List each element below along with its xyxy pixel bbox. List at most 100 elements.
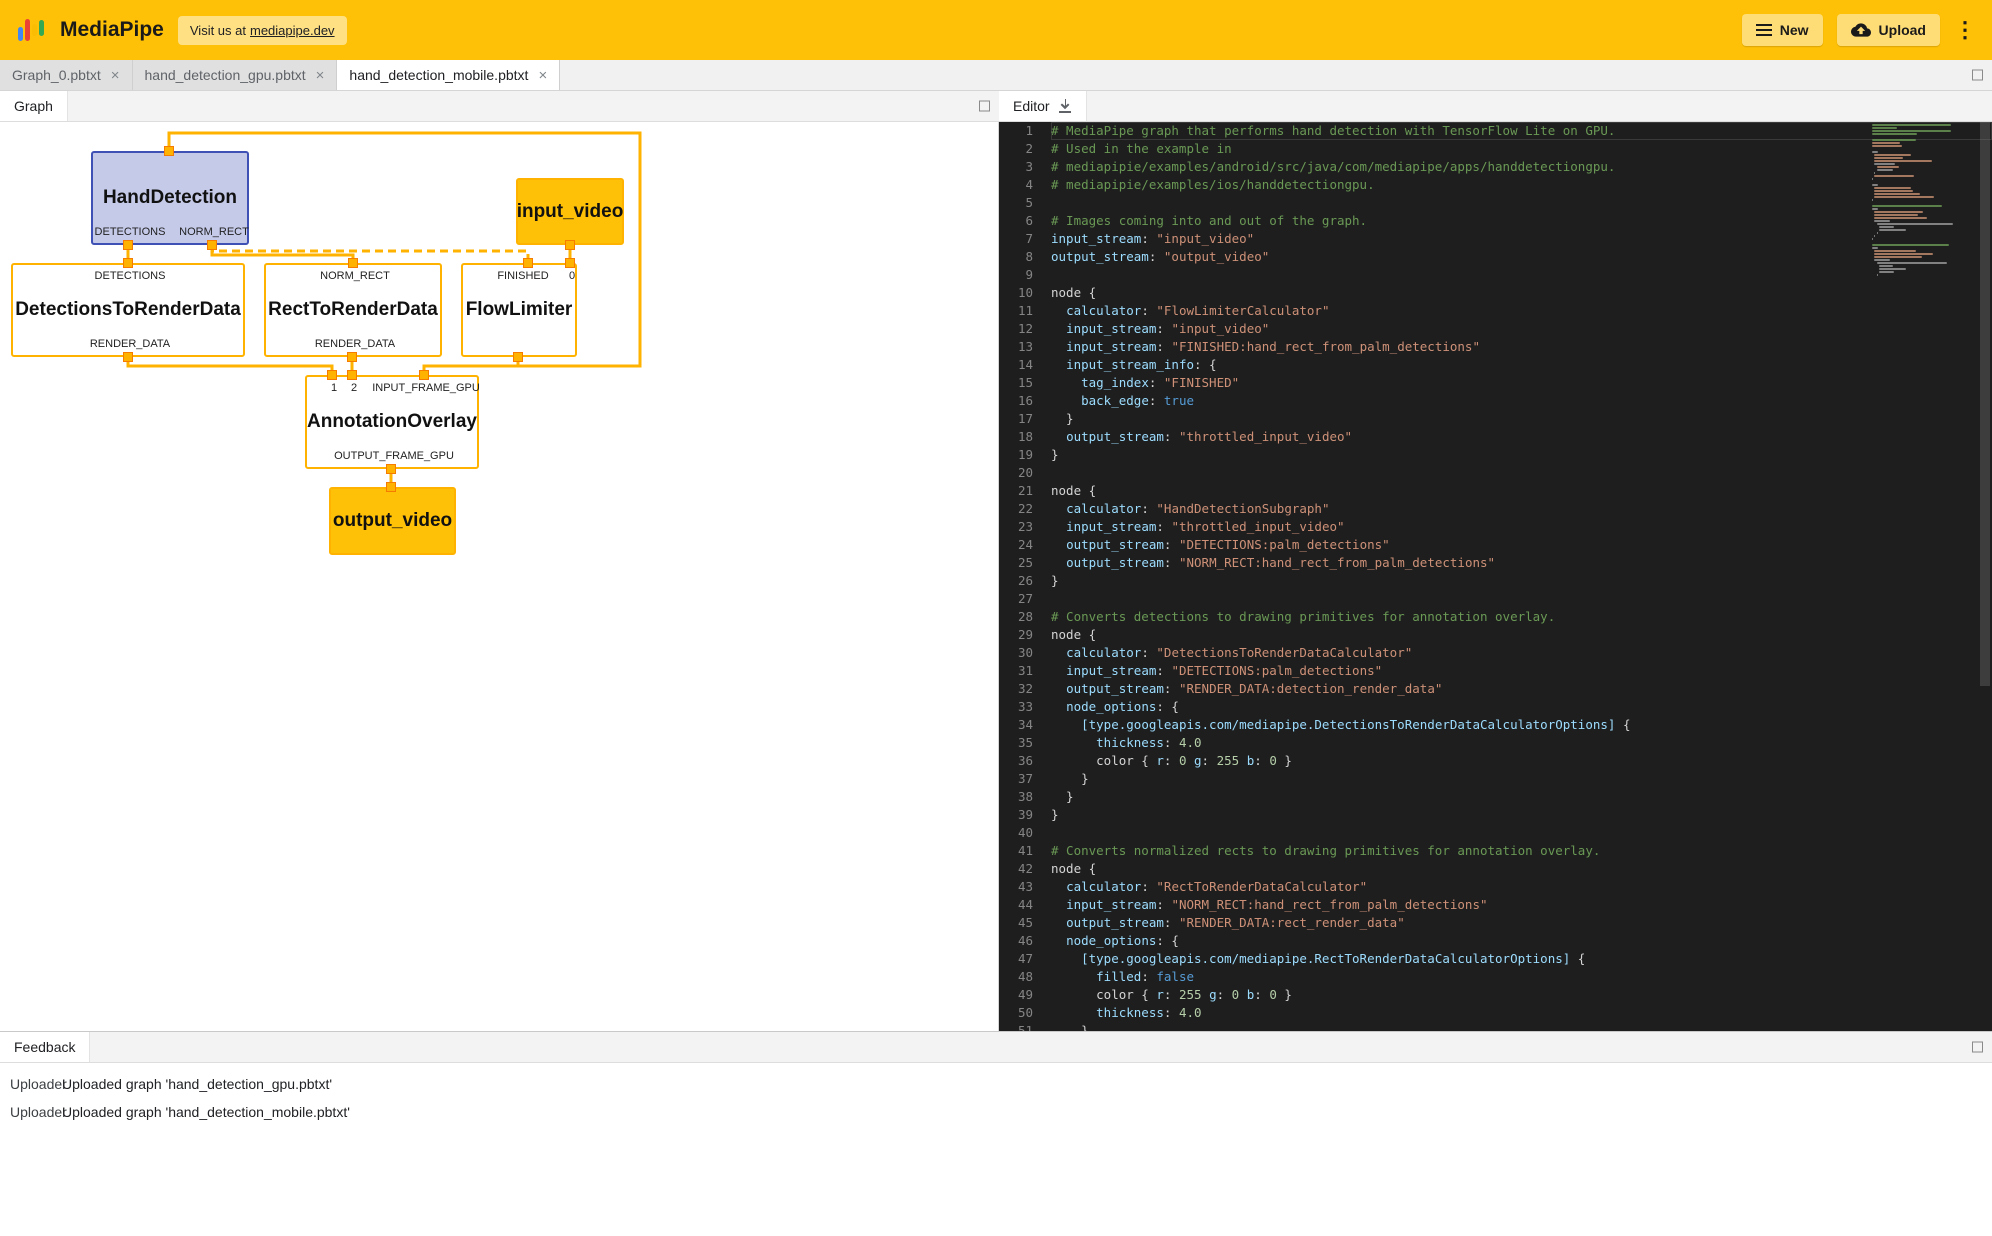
minimap-line <box>1872 205 1942 207</box>
feedback-message: Uploaded graph 'hand_detection_mobile.pb… <box>62 1104 350 1120</box>
line-number: 39 <box>999 806 1051 824</box>
line-number: 40 <box>999 824 1051 842</box>
minimap-line <box>1872 127 1897 129</box>
minimap[interactable] <box>1872 124 1976 277</box>
graph-panel-strip: Graph <box>0 91 999 122</box>
graph-node-input-video[interactable]: input_video <box>516 178 624 245</box>
edge-throttled-to-annotationoverlay <box>424 366 518 375</box>
code-line: 32 output_stream: "RENDER_DATA:detection… <box>999 680 1992 698</box>
line-number: 28 <box>999 608 1051 626</box>
feedback-entries: UploaderUploaded graph 'hand_detection_g… <box>0 1063 1992 1133</box>
line-number: 23 <box>999 518 1051 536</box>
editor-panel-strip: Editor <box>999 91 1992 122</box>
feedback-source: Uploader <box>0 1076 62 1092</box>
minimap-line <box>1874 253 1933 255</box>
minimap-line <box>1874 211 1922 213</box>
line-number: 1 <box>999 122 1051 140</box>
code-line: 26} <box>999 572 1992 590</box>
line-number: 24 <box>999 536 1051 554</box>
graph-node-annotationoverlay[interactable]: 1 2 INPUT_FRAME_GPU AnnotationOverlay OU… <box>305 375 479 469</box>
app-title: MediaPipe <box>60 18 164 42</box>
minimap-line <box>1872 199 1873 201</box>
graph-node-detectionstorenderdata[interactable]: DETECTIONS DetectionsToRenderData RENDER… <box>11 263 245 357</box>
feedback-panel-strip: Feedback <box>0 1032 1992 1063</box>
minimap-line <box>1877 232 1878 234</box>
line-number: 27 <box>999 590 1051 608</box>
doc-tab-graph-0[interactable]: Graph_0.pbtxt × <box>0 60 133 90</box>
graph-canvas[interactable]: HandDetection DETECTIONS NORM_RECT input… <box>0 122 999 1031</box>
code-line: 12 input_stream: "input_video" <box>999 320 1992 338</box>
maximize-panel-icon[interactable] <box>1972 70 1983 81</box>
line-number: 49 <box>999 986 1051 1004</box>
code-line: 8output_stream: "output_video" <box>999 248 1992 266</box>
graph-edges <box>0 122 997 1031</box>
graph-node-handdetection[interactable]: HandDetection DETECTIONS NORM_RECT <box>91 151 249 245</box>
line-number: 47 <box>999 950 1051 968</box>
menu-icon <box>1756 23 1772 37</box>
doc-tab-hand-detection-mobile[interactable]: hand_detection_mobile.pbtxt × <box>337 60 560 90</box>
code-editor[interactable]: 1# MediaPipe graph that performs hand de… <box>999 122 1992 1031</box>
line-number: 7 <box>999 230 1051 248</box>
code-line: 15 tag_index: "FINISHED" <box>999 374 1992 392</box>
line-number: 51 <box>999 1022 1051 1031</box>
upload-button[interactable]: Upload <box>1837 14 1940 46</box>
line-number: 16 <box>999 392 1051 410</box>
scrollbar-thumb[interactable] <box>1980 122 1990 686</box>
mediapipe-dev-link[interactable]: mediapipe.dev <box>250 23 335 38</box>
doc-tab-label: hand_detection_gpu.pbtxt <box>145 67 306 83</box>
line-number: 15 <box>999 374 1051 392</box>
code-line: 30 calculator: "DetectionsToRenderDataCa… <box>999 644 1992 662</box>
line-number: 43 <box>999 878 1051 896</box>
editor-scrollbar[interactable] <box>1978 122 1992 1031</box>
download-icon[interactable] <box>1058 99 1072 113</box>
feedback-source: Uploader <box>0 1104 62 1120</box>
line-number: 25 <box>999 554 1051 572</box>
minimap-line <box>1874 196 1934 198</box>
doc-tab-hand-detection-gpu[interactable]: hand_detection_gpu.pbtxt × <box>133 60 338 90</box>
close-icon[interactable]: × <box>316 68 325 83</box>
minimap-line <box>1877 262 1947 264</box>
tab-graph[interactable]: Graph <box>0 91 68 121</box>
graph-node-flowlimiter[interactable]: FINISHED 0 FlowLimiter <box>461 263 577 357</box>
code-line: 18 output_stream: "throttled_input_video… <box>999 428 1992 446</box>
line-number: 31 <box>999 662 1051 680</box>
code-line: 27 <box>999 590 1992 608</box>
new-button[interactable]: New <box>1742 14 1823 46</box>
graph-node-recttorenderdata[interactable]: NORM_RECT RectToRenderData RENDER_DATA <box>264 263 442 357</box>
code-line: 3# mediapipie/examples/android/src/java/… <box>999 158 1992 176</box>
code-line: 4# mediapipie/examples/ios/handdetection… <box>999 176 1992 194</box>
graph-node-output-video[interactable]: output_video <box>329 487 456 555</box>
line-number: 3 <box>999 158 1051 176</box>
code-line: 25 output_stream: "NORM_RECT:hand_rect_f… <box>999 554 1992 572</box>
tab-feedback[interactable]: Feedback <box>0 1032 90 1062</box>
minimap-line <box>1879 229 1906 231</box>
feedback-tab-label: Feedback <box>14 1039 75 1055</box>
document-tab-bar: Graph_0.pbtxt × hand_detection_gpu.pbtxt… <box>0 60 1992 91</box>
close-icon[interactable]: × <box>538 68 547 83</box>
code-line: 51 } <box>999 1022 1992 1031</box>
code-line: 44 input_stream: "NORM_RECT:hand_rect_fr… <box>999 896 1992 914</box>
code-line: 31 input_stream: "DETECTIONS:palm_detect… <box>999 662 1992 680</box>
code-line: 21node { <box>999 482 1992 500</box>
line-number: 32 <box>999 680 1051 698</box>
new-button-label: New <box>1780 22 1809 38</box>
code-line: 23 input_stream: "throttled_input_video" <box>999 518 1992 536</box>
code-line: 37 } <box>999 770 1992 788</box>
kebab-menu-icon[interactable]: ⋮ <box>1954 17 1976 43</box>
line-number: 4 <box>999 176 1051 194</box>
code-line: 33 node_options: { <box>999 698 1992 716</box>
code-line: 47 [type.googleapis.com/mediapipe.RectTo… <box>999 950 1992 968</box>
minimap-line <box>1872 151 1878 153</box>
minimap-line <box>1874 214 1918 216</box>
close-icon[interactable]: × <box>111 68 120 83</box>
minimap-line <box>1874 187 1911 189</box>
maximize-feedback-icon[interactable] <box>1972 1042 1983 1053</box>
minimap-line <box>1872 130 1951 132</box>
node-title: input_video <box>518 180 622 243</box>
maximize-graph-icon[interactable] <box>979 101 990 112</box>
tab-editor[interactable]: Editor <box>999 91 1087 121</box>
node-title: output_video <box>331 489 454 553</box>
editor-panel: Editor 1# MediaPipe graph that performs … <box>999 91 1992 1031</box>
code-line: 19} <box>999 446 1992 464</box>
code-line: 17 } <box>999 410 1992 428</box>
